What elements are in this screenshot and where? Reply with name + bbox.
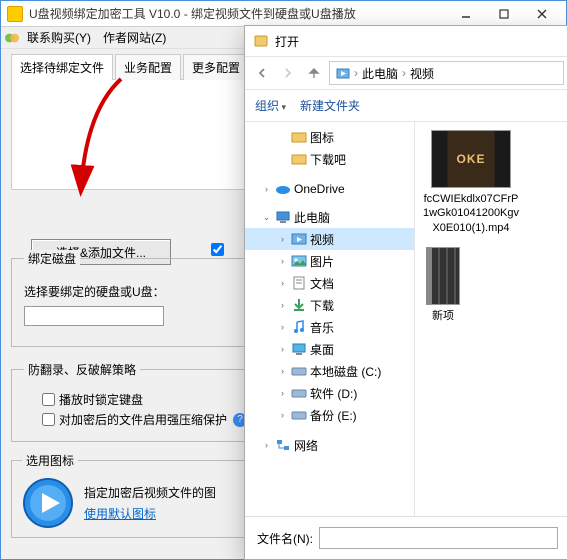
nav-forward-button[interactable] xyxy=(277,62,299,84)
tree-label: 图片 xyxy=(310,253,334,270)
window-title: U盘视频绑定加密工具 V10.0 - 绑定视频文件到硬盘或U盘播放 xyxy=(29,5,448,22)
tree-item-ddrive[interactable]: ›软件 (D:) xyxy=(245,382,414,404)
tree-item-pc[interactable]: ⌄此电脑 xyxy=(245,206,414,228)
main-titlebar: U盘视频绑定加密工具 V10.0 - 绑定视频文件到硬盘或U盘播放 xyxy=(1,1,566,27)
organize-button[interactable]: 组织 xyxy=(255,97,286,114)
lock-keyboard-checkbox[interactable] xyxy=(42,393,55,406)
tree-label: 备份 (E:) xyxy=(310,407,357,424)
dialog-toolbar: 组织 新建文件夹 xyxy=(245,90,567,122)
video-thumbnail: OKE xyxy=(431,130,511,188)
thumbnail-text: OKE xyxy=(456,152,485,166)
buy-icon xyxy=(5,31,19,45)
tree-item-videos[interactable]: ›视频 xyxy=(245,228,414,250)
dialog-icon xyxy=(253,33,269,49)
tree-item-desktop[interactable]: ›桌面 xyxy=(245,338,414,360)
tree-label: 文档 xyxy=(310,275,334,292)
crumb-pc[interactable]: 此电脑 xyxy=(362,65,398,82)
dialog-title: 打开 xyxy=(275,33,562,50)
tree-item-pictures[interactable]: ›图片 xyxy=(245,250,414,272)
dialog-titlebar: 打开 xyxy=(245,26,567,56)
window-buttons xyxy=(448,4,560,24)
tree-item-tubiao[interactable]: 图标 xyxy=(245,126,414,148)
tree-label: 软件 (D:) xyxy=(310,385,357,402)
default-icon-link[interactable]: 使用默认图标 xyxy=(84,507,156,521)
tree-label: 图标 xyxy=(310,129,334,146)
tree-item-onedrive[interactable]: ›OneDrive xyxy=(245,178,414,200)
tree-item-downloads[interactable]: ›下载 xyxy=(245,294,414,316)
filename-label: 文件名(N): xyxy=(257,530,313,547)
tab-select-files[interactable]: 选择待绑定文件 xyxy=(11,54,113,80)
play-icon xyxy=(22,477,74,529)
compress-checkbox[interactable] xyxy=(42,413,55,426)
tree-item-network[interactable]: ›网络 xyxy=(245,434,414,456)
close-button[interactable] xyxy=(524,4,560,24)
tab-business[interactable]: 业务配置 xyxy=(115,54,181,80)
nav-back-button[interactable] xyxy=(251,62,273,84)
tree-label: 网络 xyxy=(294,437,318,454)
folder-tree[interactable]: 图标 下载吧 ›OneDrive ⌄此电脑 ›视频 ›图片 ›文档 ›下载 ›音… xyxy=(245,122,415,516)
tree-label: 此电脑 xyxy=(294,209,330,226)
tree-label: 下载 xyxy=(310,297,334,314)
crumb-videos[interactable]: 视频 xyxy=(410,65,434,82)
file-name: fcCWIEkdlx07CFrP1wGk01041200KgvX0E010(1)… xyxy=(423,192,519,235)
video-thumbnail xyxy=(426,247,460,305)
file-item[interactable]: 新项 xyxy=(423,247,463,323)
breadcrumb-sep-icon: › xyxy=(402,66,406,80)
icon-select-legend: 选用图标 xyxy=(22,452,78,469)
tree-label: 视频 xyxy=(310,231,334,248)
dialog-footer: 文件名(N): xyxy=(245,516,567,559)
compress-label: 对加密后的文件启用强压缩保护 xyxy=(59,411,227,428)
menu-site[interactable]: 作者网站(Z) xyxy=(99,29,170,46)
tree-label: 下载吧 xyxy=(310,151,346,168)
breadcrumb-sep-icon: › xyxy=(354,66,358,80)
address-bar[interactable]: › 此电脑 › 视频 xyxy=(329,61,564,85)
file-open-dialog: 打开 › 此电脑 › 视频 组织 新建文件夹 图标 下载吧 ›OneDrive … xyxy=(244,25,567,560)
tree-item-cdrive[interactable]: ›本地磁盘 (C:) xyxy=(245,360,414,382)
new-folder-button[interactable]: 新建文件夹 xyxy=(300,97,360,114)
bind-disk-legend: 绑定磁盘 xyxy=(24,250,80,267)
file-pane[interactable]: OKE fcCWIEkdlx07CFrP1wGk01041200KgvX0E01… xyxy=(415,122,567,516)
tab-more[interactable]: 更多配置 xyxy=(183,54,249,80)
tree-item-documents[interactable]: ›文档 xyxy=(245,272,414,294)
app-icon xyxy=(7,6,23,22)
menu-buy[interactable]: 联系购买(Y) xyxy=(23,29,95,46)
file-item[interactable]: OKE fcCWIEkdlx07CFrP1wGk01041200KgvX0E01… xyxy=(423,130,519,235)
maximize-button[interactable] xyxy=(486,4,522,24)
dialog-body: 图标 下载吧 ›OneDrive ⌄此电脑 ›视频 ›图片 ›文档 ›下载 ›音… xyxy=(245,122,567,516)
video-folder-icon xyxy=(336,66,350,80)
lock-keyboard-label: 播放时锁定键盘 xyxy=(59,391,143,408)
tree-label: 音乐 xyxy=(310,319,334,336)
tree-item-edrive[interactable]: ›备份 (E:) xyxy=(245,404,414,426)
tree-label: 桌面 xyxy=(310,341,334,358)
bind-disk-label: 选择要绑定的硬盘或U盘： xyxy=(24,283,165,300)
bind-disk-input[interactable] xyxy=(24,306,164,326)
filename-input[interactable] xyxy=(319,527,558,549)
protect-legend: 防翻录、反破解策略 xyxy=(24,361,140,378)
tree-item-music[interactable]: ›音乐 xyxy=(245,316,414,338)
tree-label: 本地磁盘 (C:) xyxy=(310,363,381,380)
file-name: 新项 xyxy=(423,309,463,323)
tree-item-xiazaiba[interactable]: 下载吧 xyxy=(245,148,414,170)
minimize-button[interactable] xyxy=(448,4,484,24)
tree-label: OneDrive xyxy=(294,182,345,196)
nav-up-button[interactable] xyxy=(303,62,325,84)
dialog-nav: › 此电脑 › 视频 xyxy=(245,56,567,90)
